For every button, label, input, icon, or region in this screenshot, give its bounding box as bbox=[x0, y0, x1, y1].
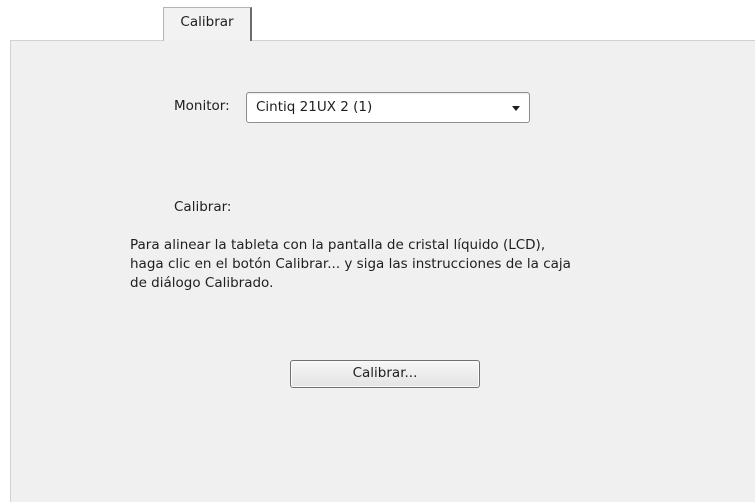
calibrate-button-label: Calibrar... bbox=[352, 365, 418, 381]
monitor-select[interactable]: Cintiq 21UX 2 (1) bbox=[246, 92, 530, 123]
tab-calibrar-label: Calibrar bbox=[180, 14, 234, 30]
calibrate-section-label: Calibrar: bbox=[174, 199, 232, 215]
monitor-select-value: Cintiq 21UX 2 (1) bbox=[256, 99, 373, 115]
description-line: haga clic en el botón Calibrar... y siga… bbox=[130, 256, 571, 272]
description-line: de diálogo Calibrado. bbox=[130, 275, 274, 291]
dropdown-arrow-icon bbox=[512, 106, 520, 111]
description-line: Para alinear la tableta con la pantalla … bbox=[130, 237, 546, 253]
monitor-label: Monitor: bbox=[174, 98, 230, 114]
tab-calibrar[interactable]: Calibrar bbox=[163, 7, 252, 41]
calibrate-description: Para alinear la tableta con la pantalla … bbox=[130, 236, 640, 293]
calibrate-button[interactable]: Calibrar... bbox=[290, 360, 480, 388]
